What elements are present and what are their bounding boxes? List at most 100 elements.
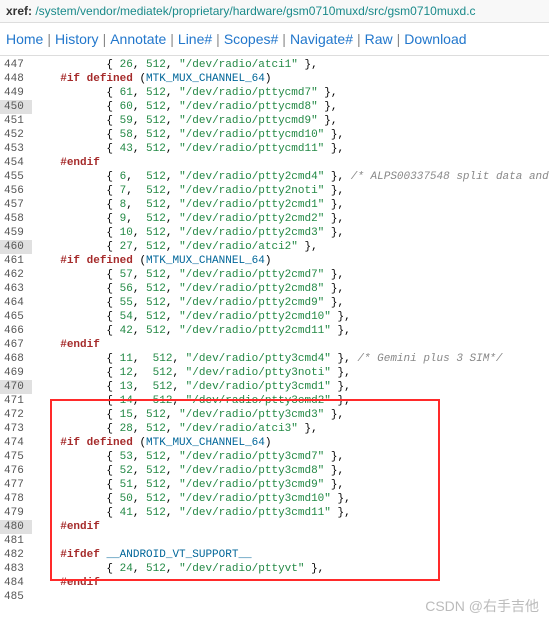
code-line: 472 { 15, 512, "/dev/radio/ptty3cmd3" },: [0, 408, 549, 422]
code-line: 485: [0, 590, 549, 604]
line-number[interactable]: 481: [0, 534, 32, 548]
code-line: 467 #endif: [0, 338, 549, 352]
code-cell: #ifdef __ANDROID_VT_SUPPORT__: [32, 548, 549, 562]
code-area: 447 { 26, 512, "/dev/radio/atci1" },448 …: [0, 58, 549, 622]
nav-link-home[interactable]: Home: [6, 31, 43, 47]
code-line: 449 { 61, 512, "/dev/radio/pttycmd7" },: [0, 86, 549, 100]
nav-link-line[interactable]: Line#: [178, 31, 212, 47]
code-line: 481: [0, 534, 549, 548]
line-number[interactable]: 448: [0, 72, 32, 86]
code-cell: { 61, 512, "/dev/radio/pttycmd7" },: [32, 86, 549, 100]
line-number[interactable]: 452: [0, 128, 32, 142]
code-line: 477 { 51, 512, "/dev/radio/ptty3cmd9" },: [0, 478, 549, 492]
nav-link-download[interactable]: Download: [404, 31, 466, 47]
line-number[interactable]: 476: [0, 464, 32, 478]
xref-path[interactable]: /system/vendor/mediatek/proprietary/hard…: [35, 4, 475, 18]
code-cell: { 42, 512, "/dev/radio/ptty2cmd11" },: [32, 324, 549, 338]
code-line: 463 { 56, 512, "/dev/radio/ptty2cmd8" },: [0, 282, 549, 296]
code-tbody: 447 { 26, 512, "/dev/radio/atci1" },448 …: [0, 58, 549, 604]
nav-bar: Home|History|Annotate|Line#|Scopes#|Navi…: [0, 23, 549, 56]
code-line: 460 { 27, 512, "/dev/radio/atci2" },: [0, 240, 549, 254]
line-number[interactable]: 460: [0, 240, 32, 254]
code-cell: { 9, 512, "/dev/radio/ptty2cmd2" },: [32, 212, 549, 226]
line-number[interactable]: 467: [0, 338, 32, 352]
xref-bar: xref: /system/vendor/mediatek/proprietar…: [0, 0, 549, 23]
line-number[interactable]: 461: [0, 254, 32, 268]
line-number[interactable]: 468: [0, 352, 32, 366]
nav-link-history[interactable]: History: [55, 31, 99, 47]
line-number[interactable]: 474: [0, 436, 32, 450]
line-number[interactable]: 473: [0, 422, 32, 436]
line-number[interactable]: 459: [0, 226, 32, 240]
code-line: 448 #if defined (MTK_MUX_CHANNEL_64): [0, 72, 549, 86]
line-number[interactable]: 471: [0, 394, 32, 408]
code-line: 470 { 13, 512, "/dev/radio/ptty3cmd1" },: [0, 380, 549, 394]
line-number[interactable]: 470: [0, 380, 32, 394]
code-cell: { 55, 512, "/dev/radio/ptty2cmd9" },: [32, 296, 549, 310]
code-cell: { 11, 512, "/dev/radio/ptty3cmd4" }, /* …: [32, 352, 549, 366]
line-number[interactable]: 478: [0, 492, 32, 506]
code-line: 459 { 10, 512, "/dev/radio/ptty2cmd3" },: [0, 226, 549, 240]
code-line: 474 #if defined (MTK_MUX_CHANNEL_64): [0, 436, 549, 450]
nav-link-raw[interactable]: Raw: [365, 31, 393, 47]
code-cell: { 52, 512, "/dev/radio/ptty3cmd8" },: [32, 464, 549, 478]
code-line: 450 { 60, 512, "/dev/radio/pttycmd8" },: [0, 100, 549, 114]
line-number[interactable]: 477: [0, 478, 32, 492]
line-number[interactable]: 449: [0, 86, 32, 100]
line-number[interactable]: 454: [0, 156, 32, 170]
line-number[interactable]: 464: [0, 296, 32, 310]
code-line: 447 { 26, 512, "/dev/radio/atci1" },: [0, 58, 549, 72]
nav-link-annotate[interactable]: Annotate: [110, 31, 166, 47]
code-cell: { 10, 512, "/dev/radio/ptty2cmd3" },: [32, 226, 549, 240]
line-number[interactable]: 462: [0, 268, 32, 282]
line-number[interactable]: 457: [0, 198, 32, 212]
code-line: 452 { 58, 512, "/dev/radio/pttycmd10" },: [0, 128, 549, 142]
line-number[interactable]: 482: [0, 548, 32, 562]
line-number[interactable]: 475: [0, 450, 32, 464]
code-line: 464 { 55, 512, "/dev/radio/ptty2cmd9" },: [0, 296, 549, 310]
code-cell: { 58, 512, "/dev/radio/pttycmd10" },: [32, 128, 549, 142]
code-line: 473 { 28, 512, "/dev/radio/atci3" },: [0, 422, 549, 436]
line-number[interactable]: 479: [0, 506, 32, 520]
line-number[interactable]: 451: [0, 114, 32, 128]
line-number[interactable]: 483: [0, 562, 32, 576]
line-number[interactable]: 458: [0, 212, 32, 226]
code-table: 447 { 26, 512, "/dev/radio/atci1" },448 …: [0, 58, 549, 604]
code-cell: { 57, 512, "/dev/radio/ptty2cmd7" },: [32, 268, 549, 282]
line-number[interactable]: 456: [0, 184, 32, 198]
code-line: 456 { 7, 512, "/dev/radio/ptty2noti" },: [0, 184, 549, 198]
code-cell: { 51, 512, "/dev/radio/ptty3cmd9" },: [32, 478, 549, 492]
code-cell: #endif: [32, 338, 549, 352]
line-number[interactable]: 484: [0, 576, 32, 590]
line-number[interactable]: 463: [0, 282, 32, 296]
code-cell: { 15, 512, "/dev/radio/ptty3cmd3" },: [32, 408, 549, 422]
code-line: 480 #endif: [0, 520, 549, 534]
code-cell: { 27, 512, "/dev/radio/atci2" },: [32, 240, 549, 254]
line-number[interactable]: 447: [0, 58, 32, 72]
code-cell: { 41, 512, "/dev/radio/ptty3cmd11" },: [32, 506, 549, 520]
line-number[interactable]: 465: [0, 310, 32, 324]
line-number[interactable]: 485: [0, 590, 32, 604]
code-cell: { 12, 512, "/dev/radio/ptty3noti" },: [32, 366, 549, 380]
nav-link-navigate[interactable]: Navigate#: [290, 31, 353, 47]
code-line: 475 { 53, 512, "/dev/radio/ptty3cmd7" },: [0, 450, 549, 464]
code-line: 478 { 50, 512, "/dev/radio/ptty3cmd10" }…: [0, 492, 549, 506]
line-number[interactable]: 480: [0, 520, 32, 534]
line-number[interactable]: 472: [0, 408, 32, 422]
line-number[interactable]: 453: [0, 142, 32, 156]
code-cell: { 54, 512, "/dev/radio/ptty2cmd10" },: [32, 310, 549, 324]
code-cell: [32, 534, 549, 548]
code-line: 451 { 59, 512, "/dev/radio/pttycmd9" },: [0, 114, 549, 128]
line-number[interactable]: 466: [0, 324, 32, 338]
code-cell: { 59, 512, "/dev/radio/pttycmd9" },: [32, 114, 549, 128]
code-line: 455 { 6, 512, "/dev/radio/ptty2cmd4" }, …: [0, 170, 549, 184]
line-number[interactable]: 455: [0, 170, 32, 184]
line-number[interactable]: 469: [0, 366, 32, 380]
xref-label: xref:: [6, 4, 35, 18]
code-cell: { 7, 512, "/dev/radio/ptty2noti" },: [32, 184, 549, 198]
code-line: 476 { 52, 512, "/dev/radio/ptty3cmd8" },: [0, 464, 549, 478]
code-line: 483 { 24, 512, "/dev/radio/pttyvt" },: [0, 562, 549, 576]
nav-link-scopes[interactable]: Scopes#: [224, 31, 278, 47]
code-cell: #endif: [32, 156, 549, 170]
line-number[interactable]: 450: [0, 100, 32, 114]
